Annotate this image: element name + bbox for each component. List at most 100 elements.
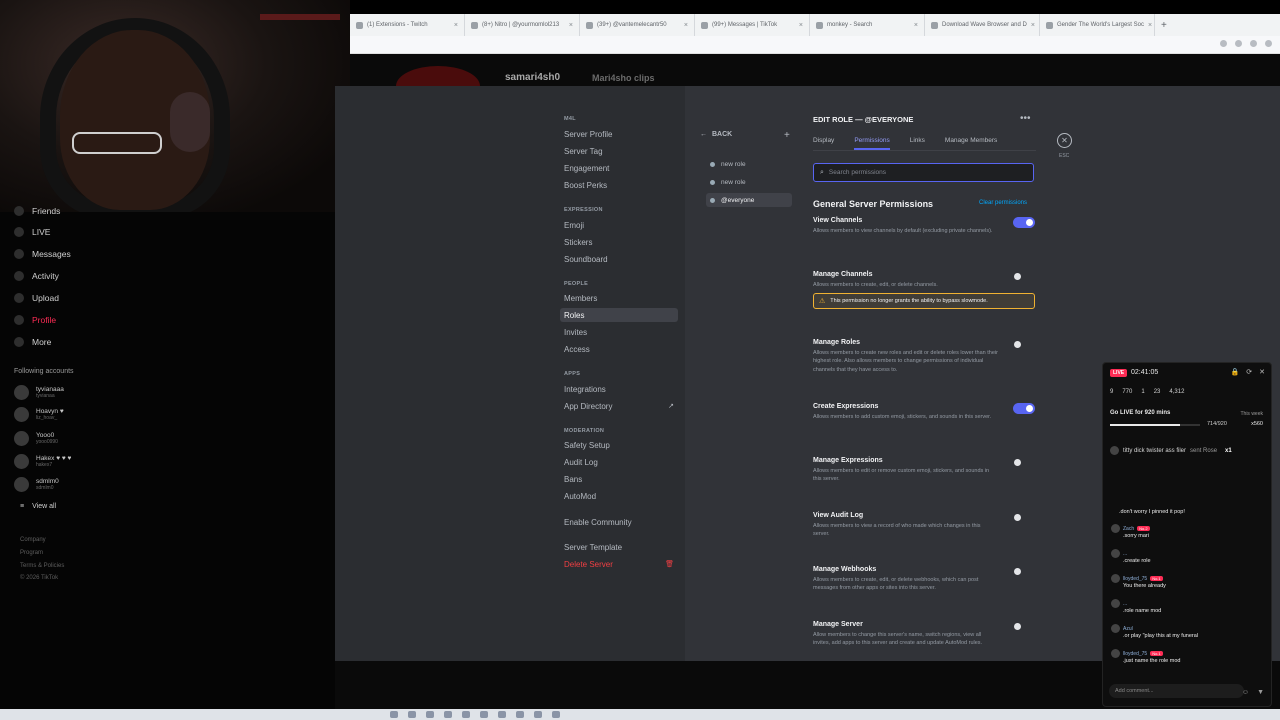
close-settings-button[interactable]: ✕ (1057, 133, 1072, 148)
browser-tab[interactable]: (99+) Messages | TikTok × (695, 14, 810, 36)
permission-toggle[interactable] (1013, 271, 1035, 282)
following-account[interactable]: Yooo0 yooo0990 (14, 431, 58, 446)
role-item-everyone[interactable]: @everyone (706, 193, 792, 207)
footer-link[interactable]: Company (20, 537, 46, 543)
following-account[interactable]: Hoavyn ♥ liz_hoav_ (14, 407, 64, 422)
permission-toggle[interactable] (1013, 217, 1035, 228)
sidebar-item-automod[interactable]: AutoMod (560, 489, 678, 503)
taskbar-app-icon[interactable] (426, 711, 434, 718)
permission-toggle[interactable] (1013, 457, 1035, 468)
tab-links[interactable]: Links (910, 137, 925, 150)
permission-title: View Audit Log (813, 512, 864, 519)
nav-upload[interactable]: Upload (14, 293, 59, 303)
sidebar-item-server-tag[interactable]: Server Tag (560, 144, 678, 158)
tab-manage-members[interactable]: Manage Members (945, 137, 997, 150)
browser-tab[interactable]: (1) Extensions - Twitch × (350, 14, 465, 36)
sidebar-item-delete-server[interactable]: Delete Server 🗑 (560, 557, 678, 571)
more-options-icon[interactable]: ••• (1020, 113, 1031, 124)
lock-icon[interactable]: 🔒 (1231, 368, 1240, 376)
nav-more[interactable]: More (14, 337, 51, 347)
role-item[interactable]: new role (706, 175, 792, 189)
close-icon[interactable]: × (1148, 22, 1152, 29)
add-comment-input[interactable]: Add comment... (1109, 684, 1244, 698)
taskbar-app-icon[interactable] (534, 711, 542, 718)
following-account[interactable]: tyvianaaa tyvianaa (14, 385, 64, 400)
browser-tab[interactable]: Download Wave Browser and D × (925, 14, 1040, 36)
taskbar-app-icon[interactable] (552, 711, 560, 718)
permission-search-field[interactable]: ⌕ (813, 163, 1034, 182)
bookmark-icon[interactable] (1235, 40, 1242, 47)
footer-link[interactable]: Program (20, 550, 43, 556)
nav-activity[interactable]: Activity (14, 271, 59, 281)
tab-display[interactable]: Display (813, 137, 834, 150)
permission-toggle[interactable] (1013, 339, 1035, 350)
following-account[interactable]: sdmlm0 sdmlm0 (14, 477, 59, 492)
sidebar-item-integrations[interactable]: Integrations (560, 382, 678, 396)
close-icon[interactable]: ✕ (1259, 368, 1265, 376)
close-icon[interactable]: × (1031, 22, 1035, 29)
sidebar-item-enable-community[interactable]: Enable Community (560, 515, 678, 529)
emoji-icon[interactable]: ☺ (1242, 689, 1249, 696)
sidebar-item-boost-perks[interactable]: Boost Perks (560, 178, 678, 192)
permission-toggle[interactable] (1013, 621, 1035, 632)
sidebar-item-soundboard[interactable]: Soundboard (560, 252, 678, 266)
browser-tab[interactable]: (39+) @vantemelecantr50 × (580, 14, 695, 36)
browser-tab[interactable]: Gender The World's Largest Soc × (1040, 14, 1155, 36)
nav-messages[interactable]: Messages (14, 249, 71, 259)
taskbar-app-icon[interactable] (444, 711, 452, 718)
sidebar-item-server-template[interactable]: Server Template (560, 540, 678, 554)
sidebar-item-engagement[interactable]: Engagement (560, 161, 678, 175)
footer-link[interactable]: Terms & Policies (20, 563, 64, 569)
avatar (14, 407, 29, 422)
sidebar-item-roles[interactable]: Roles (560, 308, 678, 322)
view-all-link[interactable]: ≡ View all (20, 503, 56, 510)
sidebar-item-app-directory[interactable]: App Directory ↗ (560, 399, 678, 413)
following-account[interactable]: Hakex ♥ ♥ ♥ hakex7 (14, 454, 71, 469)
sidebar-item-audit-log[interactable]: Audit Log (560, 455, 678, 469)
taskbar-app-icon[interactable] (516, 711, 524, 718)
taskbar-app-icon[interactable] (480, 711, 488, 718)
taskbar-app-icon[interactable] (408, 711, 416, 718)
filter-icon[interactable]: ▼ (1257, 689, 1264, 696)
sidebar-item-bans[interactable]: Bans (560, 472, 678, 486)
sidebar-item-members[interactable]: Members (560, 291, 678, 305)
close-icon[interactable]: × (799, 22, 803, 29)
popout-icon[interactable]: ⟳ (1246, 368, 1252, 376)
goal-progress-bar (1110, 424, 1200, 426)
sidebar-item-invites[interactable]: Invites (560, 325, 678, 339)
back-button[interactable]: ← BACK (700, 131, 732, 138)
avatar (1110, 446, 1119, 455)
close-icon[interactable]: × (454, 22, 458, 29)
nav-friends[interactable]: Friends (14, 206, 60, 216)
taskbar-app-icon[interactable] (462, 711, 470, 718)
menu-icon[interactable] (1265, 40, 1272, 47)
activity-icon (14, 271, 24, 281)
taskbar-app-icon[interactable] (390, 711, 398, 718)
tab-permissions[interactable]: Permissions (854, 137, 890, 150)
permission-toggle[interactable] (1013, 512, 1035, 523)
sidebar-item-stickers[interactable]: Stickers (560, 235, 678, 249)
permission-toggle[interactable] (1013, 566, 1035, 577)
sidebar-item-server-profile[interactable]: Server Profile (560, 127, 678, 141)
permission-toggle[interactable] (1013, 403, 1035, 414)
sidebar-item-emoji[interactable]: Emoji (560, 218, 678, 232)
role-item[interactable]: new role (706, 157, 792, 171)
nav-live[interactable]: LIVE (14, 227, 50, 237)
create-role-button[interactable]: + (784, 130, 790, 141)
new-tab-button[interactable]: + (1155, 14, 1173, 36)
browser-tab[interactable]: (8+) Nitro | @yourmomlol213 × (465, 14, 580, 36)
browser-tab[interactable]: monkey - Search × (810, 14, 925, 36)
taskbar-app-icon[interactable] (498, 711, 506, 718)
nav-profile[interactable]: Profile (14, 315, 56, 325)
profile-icon[interactable] (1250, 40, 1257, 47)
sidebar-item-safety-setup[interactable]: Safety Setup (560, 438, 678, 452)
chat-comment: lloyded_75 No.1 You there already (1111, 574, 1266, 589)
sidebar-item-access[interactable]: Access (560, 342, 678, 356)
close-icon[interactable]: × (914, 22, 918, 29)
close-icon[interactable]: × (569, 22, 573, 29)
close-icon[interactable]: × (684, 22, 688, 29)
clear-permissions-link[interactable]: Clear permissions (979, 200, 1027, 206)
extension-icon[interactable] (1220, 40, 1227, 47)
search-input[interactable] (828, 169, 1019, 176)
permission-description: Allows members to view a record of who m… (813, 523, 981, 538)
